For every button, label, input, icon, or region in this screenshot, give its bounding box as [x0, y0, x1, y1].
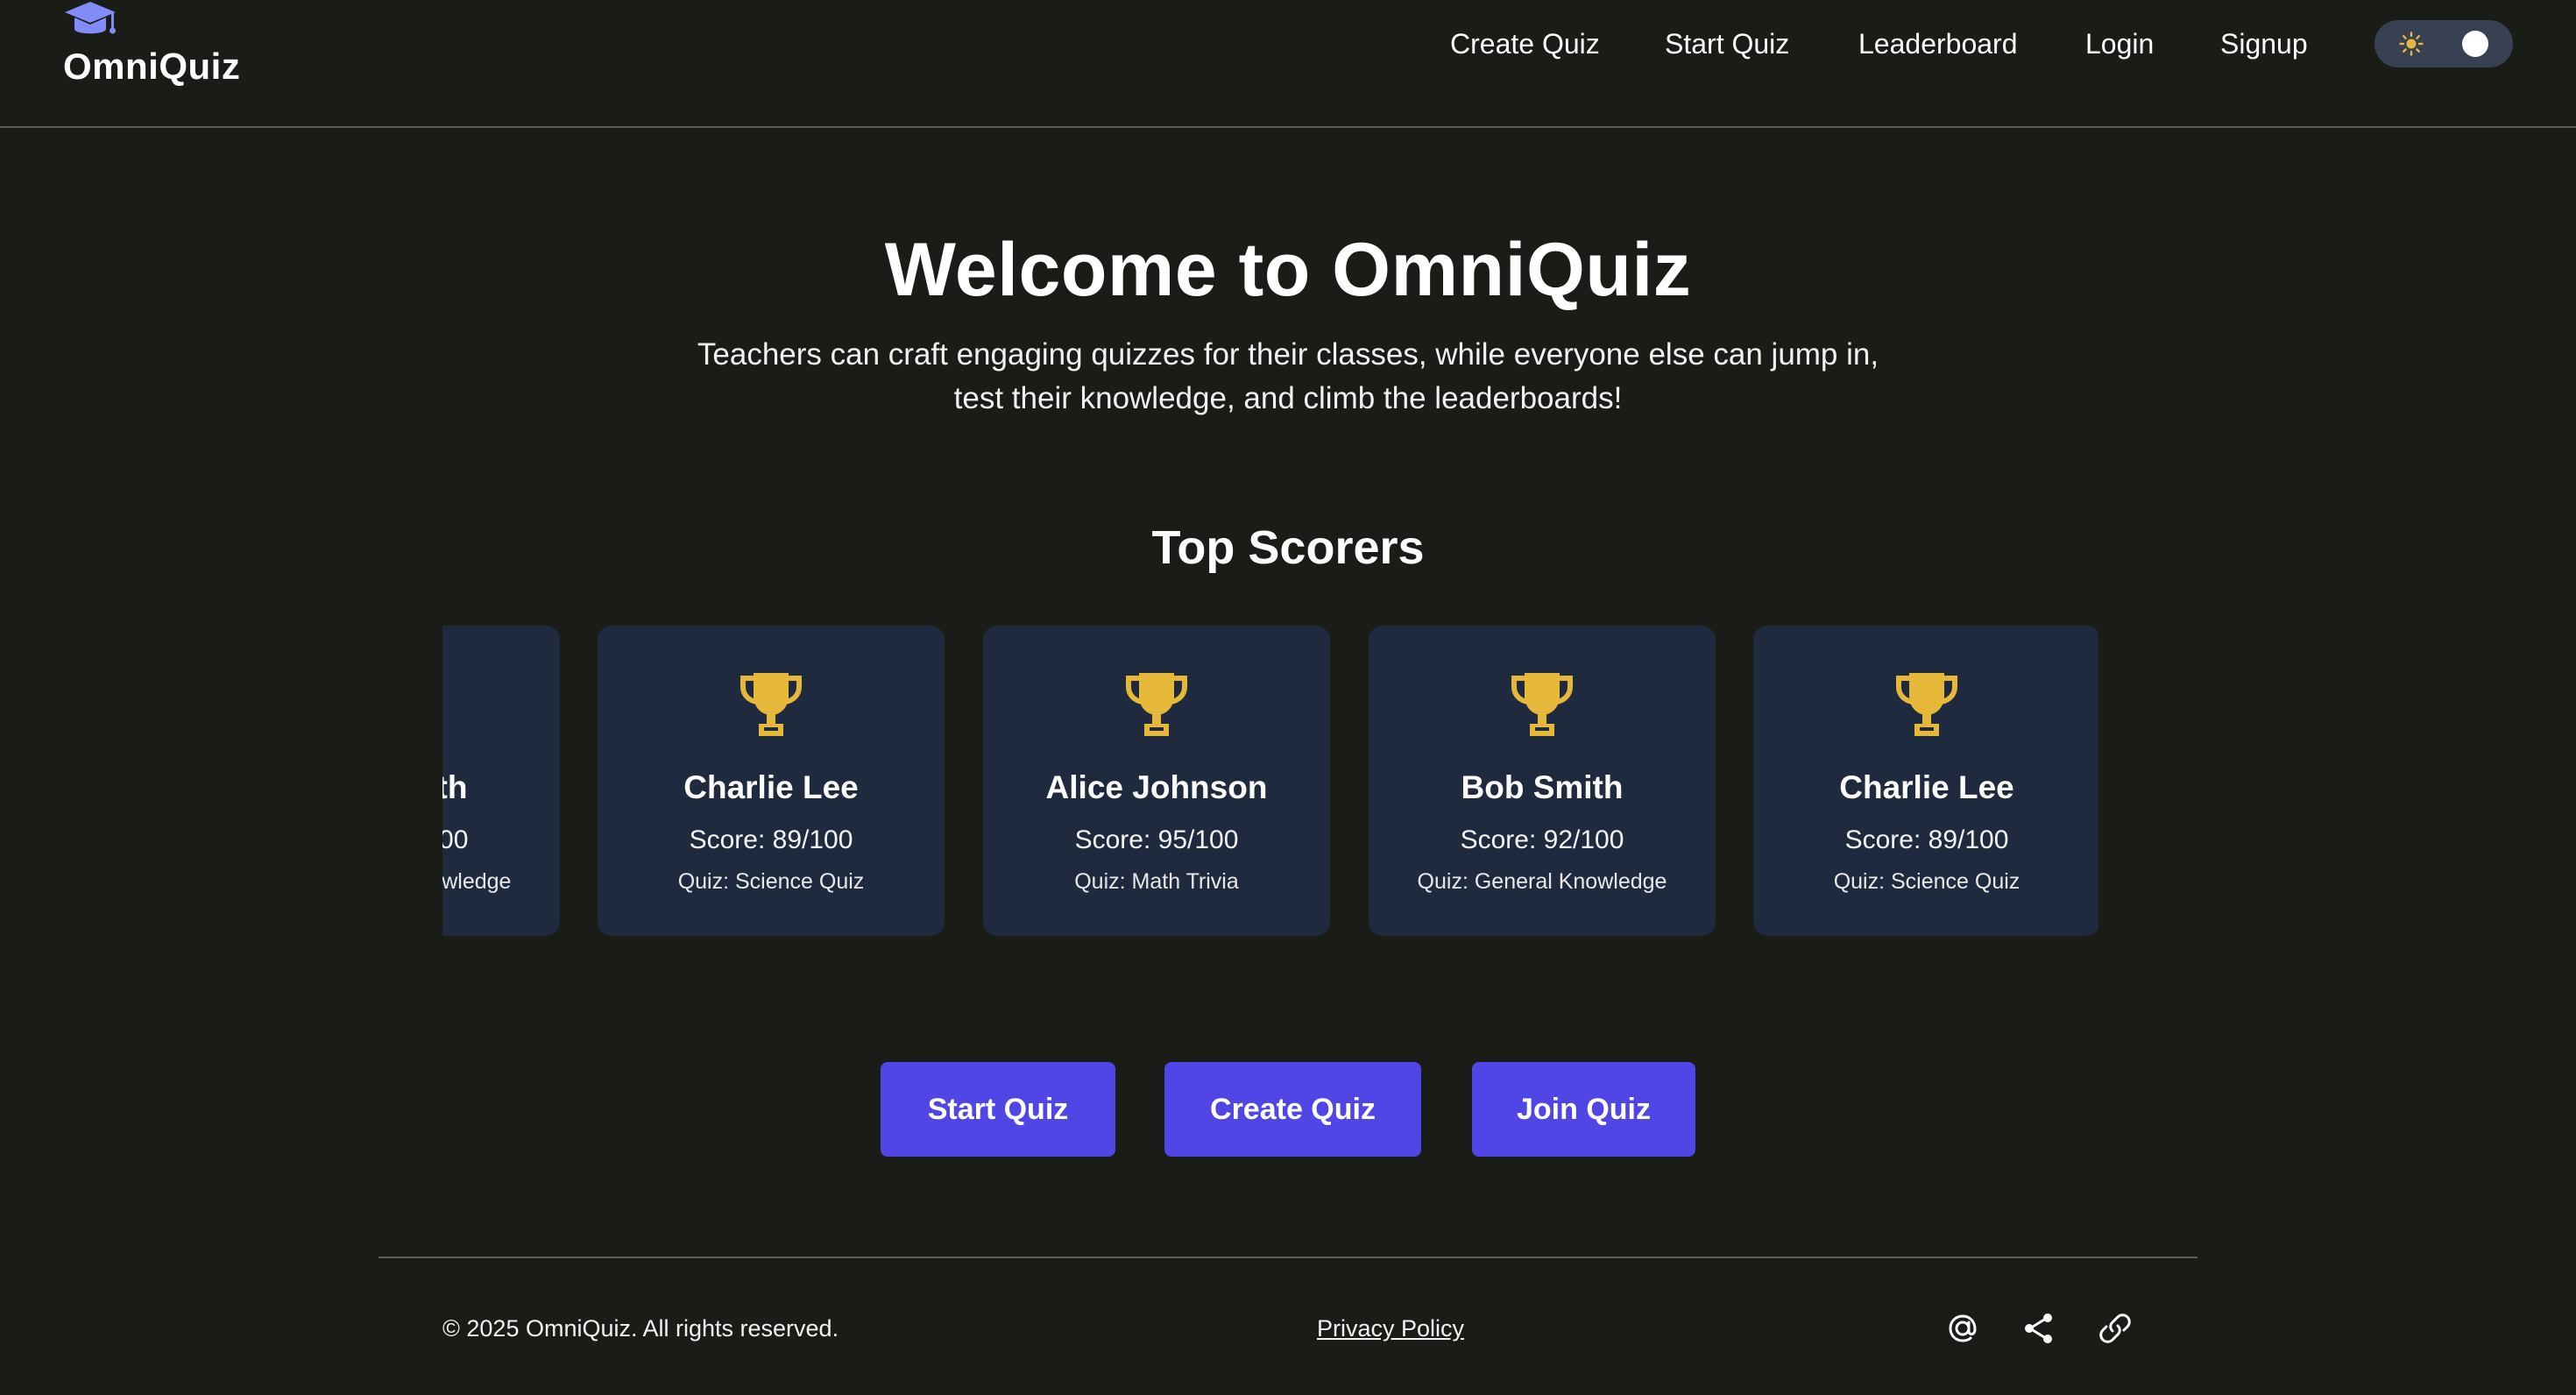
hero-subtitle-line-2: test their knowledge, and climb the lead… [953, 381, 1623, 415]
scorer-quiz: Quiz: General Knowledge [442, 869, 512, 894]
sun-icon [2399, 32, 2424, 56]
scorer-card: Charlie Lee Score: 89/100 Quiz: Science … [1753, 626, 2098, 936]
link-icon[interactable] [2097, 1310, 2134, 1347]
start-quiz-button[interactable]: Start Quiz [881, 1062, 1115, 1157]
trophy-icon [1509, 669, 1575, 740]
scorer-score: Score: 95/100 [1074, 825, 1239, 854]
scorer-card: Bob Smith Score: 92/100 Quiz: General Kn… [1369, 626, 1716, 936]
theme-toggle[interactable] [2374, 20, 2513, 67]
scorer-name: Charlie Lee [683, 769, 859, 805]
create-quiz-button[interactable]: Create Quiz [1164, 1062, 1421, 1157]
scorer-name: Alice Johnson [1045, 769, 1268, 805]
copyright-text: © 2025 OmniQuiz. All rights reserved. [442, 1315, 839, 1342]
hero-subtitle: Teachers can craft engaging quizzes for … [675, 333, 1901, 421]
at-sign-icon[interactable] [1944, 1310, 1981, 1347]
scorer-score: Score: 89/100 [1844, 825, 2009, 854]
main-nav: Create Quiz Start Quiz Leaderboard Login… [0, 23, 2576, 65]
toggle-knob [2462, 31, 2488, 57]
nav-leaderboard[interactable]: Leaderboard [1858, 23, 2017, 65]
scorer-name: Bob Smith [442, 769, 468, 805]
scorer-card: Bob Smith Score: 92/100 Quiz: General Kn… [442, 626, 560, 936]
top-scorers-carousel[interactable]: Bob Smith Score: 92/100 Quiz: General Kn… [442, 626, 2098, 938]
share-icon[interactable] [2020, 1310, 2057, 1347]
top-scorers-heading: Top Scorers [1151, 521, 1425, 574]
scorer-name: Charlie Lee [1839, 769, 2014, 805]
page-title: Welcome to OmniQuiz [884, 228, 1692, 312]
scorer-name: Bob Smith [1461, 769, 1624, 805]
footer-divider [379, 1257, 2197, 1258]
scorer-quiz: Quiz: Science Quiz [677, 869, 865, 894]
scorer-quiz: Quiz: Science Quiz [1833, 869, 2020, 894]
trophy-icon [1893, 669, 1960, 740]
nav-login[interactable]: Login [2085, 23, 2154, 65]
nav-start-quiz[interactable]: Start Quiz [1665, 23, 1789, 65]
scorer-score: Score: 89/100 [689, 825, 853, 854]
scorer-card: Charlie Lee Score: 89/100 Quiz: Science … [598, 626, 945, 936]
nav-signup[interactable]: Signup [2220, 23, 2308, 65]
scorer-score: Score: 92/100 [1460, 825, 1624, 854]
trophy-icon [1123, 669, 1190, 740]
scorer-quiz: Quiz: General Knowledge [1417, 869, 1667, 894]
privacy-policy-link[interactable]: Privacy Policy [1317, 1311, 1464, 1346]
scorer-score: Score: 92/100 [442, 825, 469, 854]
trophy-icon [738, 669, 804, 740]
top-navigation-bar: OmniQuiz Create Quiz Start Quiz Leaderbo… [0, 0, 2576, 128]
scorer-quiz: Quiz: Math Trivia [1074, 869, 1239, 894]
join-quiz-button[interactable]: Join Quiz [1472, 1062, 1695, 1157]
hero-subtitle-line-1: Teachers can craft engaging quizzes for … [697, 337, 1879, 372]
scorer-card: Alice Johnson Score: 95/100 Quiz: Math T… [983, 626, 1330, 936]
nav-create-quiz[interactable]: Create Quiz [1450, 23, 1600, 65]
